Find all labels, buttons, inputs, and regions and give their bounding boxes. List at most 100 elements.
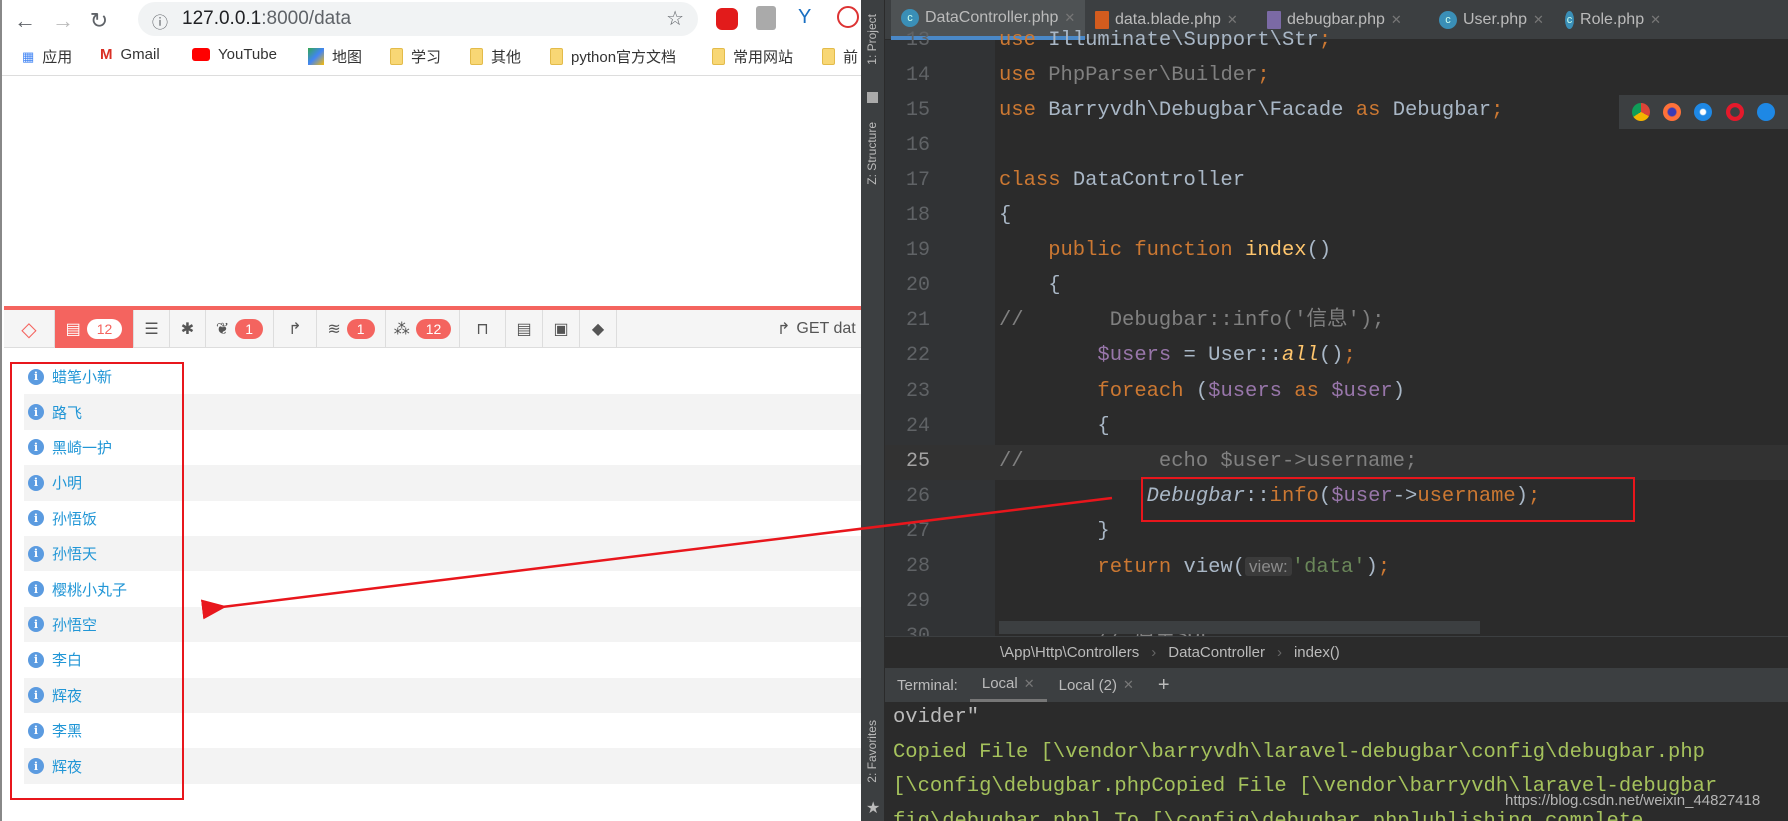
close-icon[interactable]: ✕ [1533, 12, 1544, 28]
terminal-line: Copied File [\vendor\barryvdh\laravel-de… [893, 740, 1705, 764]
code-token: public function [999, 239, 1246, 263]
forward-button[interactable]: → [48, 8, 78, 34]
new-terminal-button[interactable]: + [1146, 668, 1182, 702]
bookmark-folder-other[interactable]: 其他 [470, 46, 521, 67]
debugbar-tab-timeline[interactable]: ☰ [134, 310, 170, 348]
bookmark-folder-front[interactable]: 前 [822, 46, 858, 67]
bookmark-apps[interactable]: ▦ 应用 [22, 46, 72, 67]
route-share-icon: ↱ [288, 321, 302, 338]
php-class-icon: c [1565, 11, 1575, 29]
terminal-line: ovider" [893, 706, 980, 729]
debugbar-tab-mails-inbox[interactable]: ⊓ [460, 310, 506, 348]
gate-list-icon: ▤ [516, 321, 532, 338]
close-icon[interactable]: ✕ [1024, 676, 1035, 692]
code-token: $user [1331, 379, 1393, 403]
opera-icon[interactable] [1725, 103, 1744, 121]
line-number: 26 [905, 484, 930, 508]
address-bar[interactable]: ⓘ 127.0.0.1:8000/data ☆ [138, 2, 698, 36]
project-folder-icon [867, 92, 878, 103]
debugbar-tab-messages[interactable]: ▤ 12 [55, 310, 134, 348]
debugbar-tab-views-leaf[interactable]: ❦ 1 [206, 310, 274, 348]
terminal-label: Terminal: [897, 676, 958, 694]
code-token: 'data' [1291, 555, 1366, 579]
code-line[interactable]: use Barryvdh\Debugbar\Facade as Debugbar… [999, 93, 1503, 128]
request-info[interactable]: ↱ GET dat [777, 310, 867, 348]
debugbar-tab-exceptions-bug[interactable]: ✱ [170, 310, 206, 348]
ie-icon[interactable] [1757, 103, 1776, 121]
models-cubes-icon: ⁂ [393, 321, 410, 338]
debugbar-tab-request-tags[interactable]: ◆ [580, 310, 617, 348]
structure-tool-button[interactable]: Z: Structure [865, 122, 879, 185]
back-button[interactable]: ← [10, 8, 40, 34]
breadcrumb-method[interactable]: index() [1294, 644, 1340, 661]
code-token: ( [1195, 379, 1209, 403]
bookmark-label: 应用 [42, 49, 73, 66]
code-line[interactable]: { [999, 268, 1060, 303]
vpn-extension-icon[interactable]: Y [798, 6, 811, 29]
code-token: // echo $user->username; [999, 449, 1418, 473]
editor-tab-user-php[interactable]: c User.php ✕ [1429, 0, 1555, 40]
code-line[interactable]: return view(view:'data'); [999, 549, 1390, 584]
watermark: https://blog.csdn.net/weixin_44827418 [1505, 792, 1761, 809]
breadcrumb-namespace[interactable]: \App\Http\Controllers [1000, 644, 1139, 661]
close-icon[interactable]: ✕ [1391, 12, 1402, 28]
url-text: 127.0.0.1:8000/data [182, 8, 351, 30]
bookmark-folder-common[interactable]: 常用网站 [712, 46, 793, 67]
editor-tab-role-php[interactable]: c Role.php ✕ [1555, 0, 1661, 40]
bookmark-star-icon[interactable]: ☆ [666, 6, 684, 31]
bookmark-folder-python[interactable]: python官方文档 [550, 46, 676, 67]
bookmark-label: 常用网站 [733, 49, 794, 66]
bookmark-youtube[interactable]: YouTube [192, 46, 277, 63]
folder-icon [550, 48, 563, 65]
code-line[interactable]: } [999, 514, 1109, 549]
debugbar-tab-queries-database[interactable]: ≋ 1 [317, 310, 386, 348]
laravel-logo-icon[interactable]: ◇ [4, 310, 55, 348]
maps-icon [308, 48, 324, 65]
chrome-icon[interactable] [1631, 103, 1650, 121]
code-token: view( [1183, 555, 1246, 579]
php-class-icon: c [1439, 11, 1457, 29]
code-line[interactable]: $users = User::all(); [999, 338, 1355, 373]
mails-inbox-icon: ⊓ [476, 321, 489, 338]
debugbar-tab-gate-list[interactable]: ▤ [506, 310, 543, 348]
debugbar-header: ◇ ▤ 12 ☰ ✱ ❦ 1 ↱ ≋ 1 ⁂ 12 ⊓ ▤ ▣ ◆ ↱ GET dat [4, 310, 863, 348]
code-token: use [999, 99, 1049, 123]
bookmark-maps[interactable]: 地图 [308, 46, 362, 67]
code-line[interactable]: // Debugbar::info('信息'); [999, 303, 1384, 338]
adblock-extension-icon[interactable] [716, 8, 738, 30]
close-icon[interactable]: ✕ [1650, 12, 1661, 28]
extension-icon[interactable] [756, 6, 776, 30]
record-extension-icon[interactable] [837, 6, 859, 28]
debugbar-tab-session-archive[interactable]: ▣ [543, 310, 580, 348]
debugbar-tab-models-cubes[interactable]: ⁂ 12 [386, 310, 460, 348]
debugbar-tab-route-share[interactable]: ↱ [274, 310, 317, 348]
code-line[interactable]: { [999, 198, 1011, 233]
code-token: () [1306, 239, 1332, 263]
horizontal-scrollbar[interactable] [999, 621, 1480, 634]
tab-label: Role.php [1580, 11, 1645, 28]
code-line[interactable]: foreach ($users as $user) [999, 374, 1405, 409]
share-icon: ↱ [777, 321, 791, 338]
close-icon[interactable]: ✕ [1123, 677, 1134, 693]
bookmark-gmail[interactable]: M Gmail [100, 46, 160, 63]
tab-badge: 1 [235, 319, 264, 339]
terminal-tab-local[interactable]: Local ✕ [969, 668, 1047, 702]
code-line[interactable]: // echo $user->username; [999, 444, 1417, 479]
bookmark-folder-study[interactable]: 学习 [390, 46, 441, 67]
code-line[interactable]: class DataController [999, 163, 1245, 198]
code-line[interactable]: use PhpParser\Builder; [999, 58, 1270, 93]
apps-grid-icon: ▦ [22, 48, 35, 64]
project-tool-button[interactable]: 1: Project [865, 14, 879, 65]
breadcrumb-class[interactable]: DataController [1168, 644, 1265, 661]
terminal-tab-local-2[interactable]: Local (2) ✕ [1047, 668, 1146, 702]
safari-icon[interactable] [1694, 103, 1713, 121]
reload-button[interactable]: ↻ [84, 8, 114, 34]
url-path: :8000/data [261, 8, 352, 29]
code-line[interactable]: public function index() [999, 233, 1331, 268]
code-token: = User:: [1171, 344, 1282, 368]
site-info-icon[interactable]: ⓘ [152, 9, 168, 33]
browser-window: ← → ↻ ⓘ 127.0.0.1:8000/data ☆ Y ▦ 应用 M Gma… [0, 0, 863, 821]
code-line[interactable]: { [999, 409, 1109, 444]
favorites-tool-button[interactable]: 2: Favorites [865, 720, 879, 783]
firefox-icon[interactable] [1663, 103, 1682, 121]
